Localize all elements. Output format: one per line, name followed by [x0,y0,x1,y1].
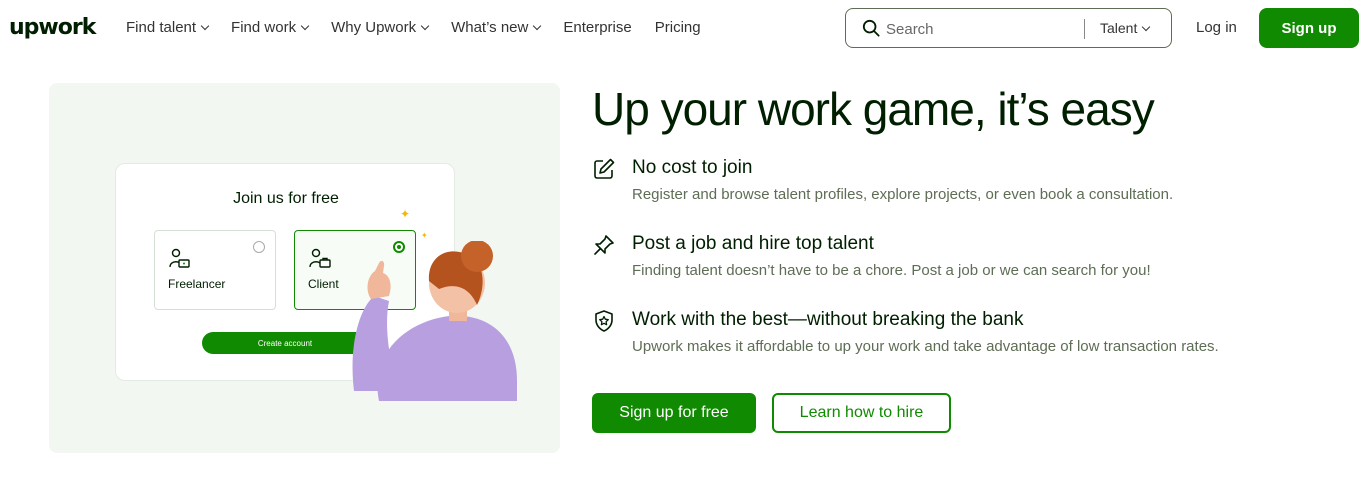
sparkle-icon: ✦ [400,207,411,221]
feature-title: Work with the best—without breaking the … [632,309,1024,330]
nav-whats-new[interactable]: What’s new [451,19,542,36]
nav-find-work[interactable]: Find work [231,19,310,36]
search-scope-label: Talent [1100,20,1138,36]
upwork-logo[interactable]: upwork [9,15,96,40]
search-input[interactable] [886,18,1076,40]
role-label: Freelancer [168,277,226,291]
nav-link-label: What’s new [451,19,529,36]
learn-how-to-hire-button[interactable]: Learn how to hire [772,393,951,433]
shield-star-icon [595,310,613,332]
feature-desc: Register and browse talent profiles, exp… [632,186,1174,203]
freelancer-icon [169,248,190,268]
pin-icon [594,235,614,255]
chevron-down-icon [300,21,310,31]
nav-link-label: Why Upwork [331,19,417,36]
search-scope-select[interactable]: Talent [1100,20,1151,36]
hero-illustration: Join us for free Freelancer Client Creat… [49,83,560,453]
login-link[interactable]: Log in [1196,19,1237,36]
feature-title: Post a job and hire top talent [632,233,874,254]
person-illustration [352,241,517,401]
chevron-down-icon [1142,22,1151,31]
chevron-down-icon [200,21,210,31]
nav-link-label: Find talent [126,19,197,36]
chevron-down-icon [420,21,430,31]
search-icon[interactable] [862,19,880,37]
nav-link-label: Find work [231,19,297,36]
nav-pricing[interactable]: Pricing [655,19,701,36]
nav-why-upwork[interactable]: Why Upwork [331,19,430,36]
pencil-square-icon [594,158,615,179]
feature-desc: Upwork makes it affordable to up your wo… [632,338,1219,355]
feature-desc: Finding talent doesn’t have to be a chor… [632,262,1151,279]
nav-links: Find talent Find work Why Upwork What’s … [126,19,724,36]
join-card-title: Join us for free [233,190,339,207]
create-account-button: Create account [202,332,368,354]
chevron-down-icon [533,21,542,31]
top-nav: upwork Find talent Find work Why Upwork … [0,0,1361,56]
page-title: Up your work game, it’s easy [592,83,1155,135]
search-divider [1084,19,1085,39]
role-label: Client [308,277,339,291]
nav-link-label: Enterprise [563,19,632,36]
nav-find-talent[interactable]: Find talent [126,19,210,36]
sparkle-icon: ✦ [421,231,428,240]
signup-button[interactable]: Sign up [1259,8,1359,48]
nav-link-label: Pricing [654,19,701,36]
role-option-freelancer: Freelancer [154,230,276,310]
signup-free-button[interactable]: Sign up for free [592,393,756,433]
radio-freelancer [253,241,265,253]
client-icon [309,248,331,268]
search-bar: Talent [845,8,1172,48]
nav-enterprise[interactable]: Enterprise [563,19,631,36]
feature-title: No cost to join [632,157,753,178]
